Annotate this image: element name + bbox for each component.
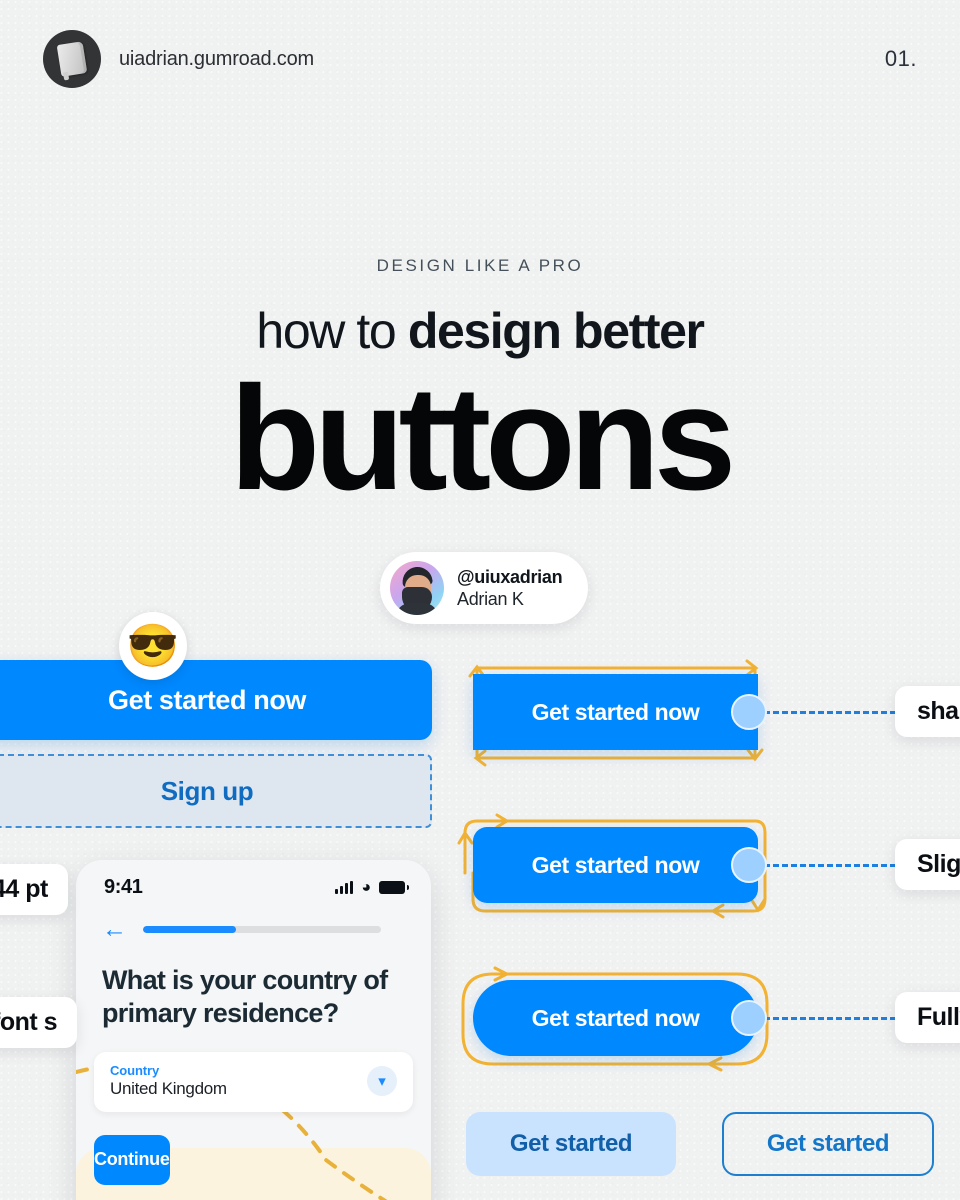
callout-label-sharp: shar [895,686,960,737]
author-handle: @uiuxadrian [457,566,563,587]
author-card: @uiuxadrian Adrian K [380,552,589,624]
slide-header: uiadrian.gumroad.com 01. [43,30,917,88]
annotation-row-sharp: Get started now shar [455,650,960,775]
corner-radius-marker [731,694,767,730]
site-url: uiadrian.gumroad.com [119,47,314,70]
wifi-icon: ◕ [361,878,371,896]
avatar [390,561,444,615]
eyebrow-text: DESIGN LIKE A PRO [376,256,584,275]
onboarding-question: What is your country of primary residenc… [102,965,388,1028]
font-size-value-tag: 44 pt [0,864,68,915]
headline-bold: design better [407,303,705,359]
get-started-outline-button[interactable]: Get started [722,1112,934,1176]
notebook-icon [56,41,88,77]
annotation-row-slightly-rounded: Get started now Sligh [455,803,960,928]
cellular-signal-icon [335,881,354,894]
phone-nav-bar: ← [76,899,431,942]
get-started-now-button[interactable]: Get started now [0,660,432,740]
sign-up-button[interactable]: Sign up [0,754,432,828]
country-field-label: Country [110,1062,160,1078]
get-started-soft-button[interactable]: Get started [466,1112,676,1176]
progress-fill [143,926,236,933]
font-size-label-tag: font s [0,997,78,1048]
chevron-down-icon[interactable]: ▾ [367,1065,397,1096]
brand-logo [43,30,101,88]
page-number: 01. [884,46,917,71]
author-name: Adrian K [457,588,524,609]
country-field-value: United Kingdom [110,1078,227,1098]
annotated-button-fully-rounded[interactable]: Get started now [473,980,758,1056]
left-button-stack: 😎 Get started now Sign up [0,612,432,828]
corner-radius-marker [731,1000,767,1036]
annotation-row-fully-rounded: Get started now Fully [455,956,960,1081]
sunglasses-emoji-icon: 😎 [119,612,187,680]
title-block: DESIGN LIKE A PRO how to design better b… [0,256,960,515]
page-title: buttons [229,356,737,521]
country-select-field[interactable]: Country United Kingdom ▾ [94,1051,413,1112]
annotated-button-sharp[interactable]: Get started now [473,674,758,750]
phone-status-bar: 9:41 ◕ [76,860,431,899]
corner-radius-marker [731,847,767,883]
callout-label-fully-rounded: Fully [895,992,960,1043]
status-time: 9:41 [104,876,143,898]
arrow-left-icon[interactable]: ← [102,917,127,942]
headline: how to design better [0,302,960,360]
continue-button[interactable]: Continue [94,1134,170,1185]
battery-full-icon [379,881,409,894]
callout-label-slightly-rounded: Sligh [895,839,960,890]
annotated-button-slightly-rounded[interactable]: Get started now [473,827,758,903]
headline-light: how to [256,303,408,359]
phone-mockup: 9:41 ◕ ← What is your country of primary… [76,860,431,1200]
onboarding-progress-bar [143,926,381,933]
